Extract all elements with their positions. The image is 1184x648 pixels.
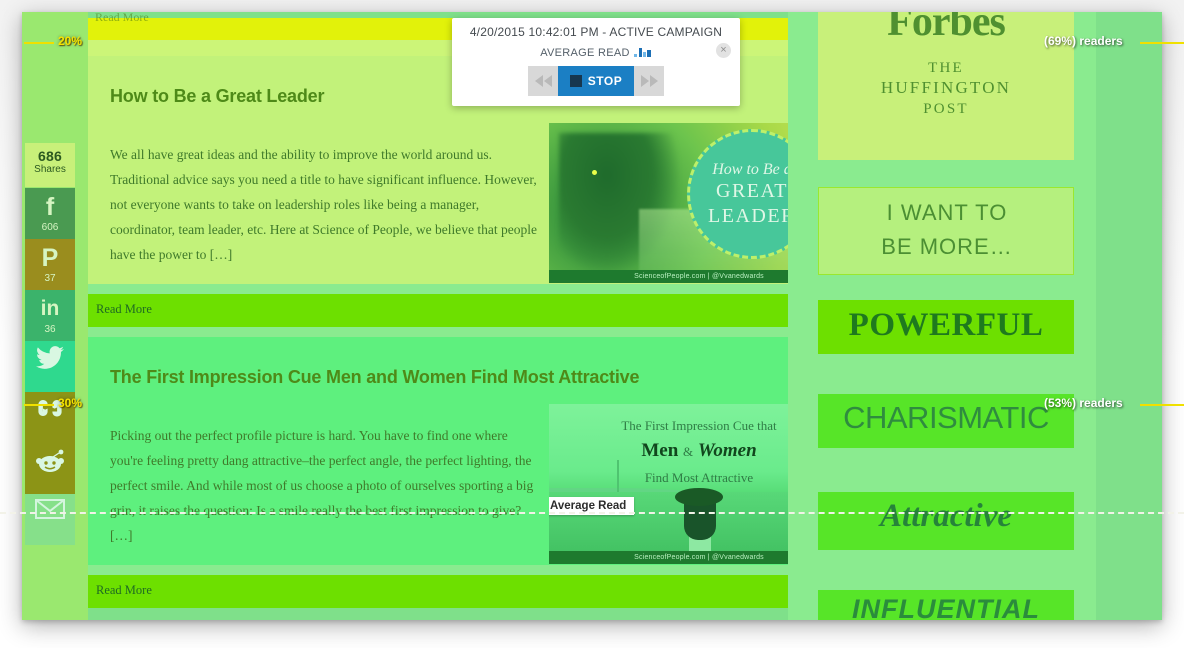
reader-marker-line-69: [1140, 42, 1184, 44]
sidebar-tag-powerful[interactable]: POWERFUL: [818, 300, 1074, 354]
badge-line-2: GREAT: [716, 179, 788, 202]
playback-controls: STOP: [528, 66, 664, 96]
scroll-marker-line-20: [24, 42, 54, 44]
thumbnail-figure-hair: [684, 500, 716, 540]
previous-button[interactable]: [528, 66, 558, 96]
article-excerpt: We all have great ideas and the ability …: [110, 147, 537, 262]
reader-marker-label-53: (53%) readers: [1044, 396, 1123, 410]
rewind-icon: [528, 66, 558, 96]
sidebar-tag-charismatic[interactable]: CHARISMATIC: [818, 394, 1074, 448]
fast-forward-icon: [634, 66, 664, 96]
bar-chart-icon: [633, 48, 652, 57]
share-button-email[interactable]: [25, 494, 75, 545]
forbes-logo: Forbes: [887, 12, 1006, 45]
average-read-line: [0, 512, 1184, 514]
feed-gap: [88, 565, 854, 575]
share-button-facebook[interactable]: f 606: [25, 188, 75, 239]
article-card: The First Impression Cue Men and Women F…: [88, 337, 854, 565]
article-title[interactable]: How to Be a Great Leader: [110, 86, 324, 107]
sidebar-tag-label: Attractive: [880, 498, 1012, 534]
article-excerpt: Picking out the perfect profile picture …: [110, 428, 534, 543]
sidebar-tag-attractive[interactable]: Attractive: [818, 492, 1074, 550]
stop-button-label: STOP: [587, 74, 623, 88]
badge-line-3: LEADER: [708, 204, 796, 227]
reader-marker-line-53: [1140, 404, 1184, 406]
stop-button[interactable]: STOP: [558, 66, 634, 96]
i-want-to-be-more-widget: I WANT TO BE MORE…: [818, 187, 1074, 275]
sidebar-tag-label: POWERFUL: [848, 307, 1044, 343]
next-button[interactable]: [634, 66, 664, 96]
average-read-legend: AVERAGE READ: [452, 47, 740, 59]
share-button-reddit[interactable]: [25, 443, 75, 494]
stop-icon: [569, 75, 582, 87]
want-to-line-2: BE MORE…: [881, 234, 1013, 259]
feed-gap: [88, 284, 854, 294]
scroll-marker-label-20: 20%: [58, 34, 83, 48]
read-more-label: Read More: [96, 583, 152, 597]
email-icon: [35, 499, 65, 519]
huffington-post-logo: THE HUFFINGTON POST: [818, 58, 1074, 119]
share-button-pinterest[interactable]: P 37: [25, 239, 75, 290]
scroll-marker-label-30: 30%: [58, 396, 83, 410]
huffington-line-2: HUFFINGTON: [880, 78, 1012, 97]
facebook-icon: f: [45, 193, 55, 221]
press-logos-widget: Forbes THE HUFFINGTON POST: [818, 12, 1074, 160]
campaign-title: 4/20/2015 10:42:01 PM - ACTIVE CAMPAIGN: [469, 25, 723, 39]
read-more-label: Read More: [96, 302, 152, 316]
huffington-line-1: THE: [928, 60, 964, 76]
average-read-legend-label: AVERAGE READ: [540, 47, 630, 59]
badge-line-1: How to Be a: [712, 160, 792, 178]
share-button-linkedin[interactable]: in 36: [25, 290, 75, 341]
reddit-icon: [36, 449, 64, 472]
sidebar-tag-label: INFLUENTIAL: [852, 594, 1040, 620]
reader-marker-label-69: (69%) readers: [1044, 34, 1123, 48]
thumbnail-figure-hat: [675, 488, 723, 506]
huffington-line-3: POST: [923, 101, 969, 117]
facebook-share-count: 606: [41, 222, 59, 233]
twitter-icon: [36, 346, 64, 369]
linkedin-icon: in: [40, 297, 60, 320]
total-shares-label: Shares: [34, 164, 66, 175]
total-shares: 686 Shares: [25, 143, 75, 187]
campaign-control-panel: 4/20/2015 10:42:01 PM - ACTIVE CAMPAIGN …: [452, 18, 740, 106]
sidebar: Forbes THE HUFFINGTON POST I WANT TO BE …: [788, 12, 1096, 620]
read-more-bar[interactable]: Read More: [88, 294, 854, 327]
thumbnail-highlight-dot: [592, 170, 597, 175]
social-share-rail: 686 Shares f 606 P 37 in 36: [22, 12, 88, 620]
social-share-rail-inner: 686 Shares f 606 P 37 in 36: [25, 12, 75, 620]
sidebar-tag-label: CHARISMATIC: [843, 400, 1049, 435]
linkedin-share-count: 36: [44, 324, 56, 335]
previous-read-more-label: Read More: [95, 12, 149, 24]
pinterest-icon: P: [41, 244, 59, 272]
thumbnail-line-2-women: Women: [697, 440, 757, 461]
article-title[interactable]: The First Impression Cue Men and Women F…: [110, 367, 639, 388]
thumbnail-line-2-men: Men: [641, 440, 679, 461]
total-shares-count: 686: [38, 148, 62, 164]
want-to-line-1: I WANT TO: [886, 200, 1008, 225]
sidebar-tag-influential[interactable]: INFLUENTIAL: [818, 590, 1074, 620]
scroll-marker-line-30: [24, 404, 54, 406]
browser-viewport: 686 Shares f 606 P 37 in 36 Read More Ho…: [0, 0, 1184, 648]
feed-gap: [88, 327, 854, 337]
thumbnail-line-2-amp: &: [683, 444, 694, 459]
read-more-bar[interactable]: Read More: [88, 575, 854, 608]
share-button-twitter[interactable]: [25, 341, 75, 392]
pinterest-share-count: 37: [44, 273, 56, 284]
